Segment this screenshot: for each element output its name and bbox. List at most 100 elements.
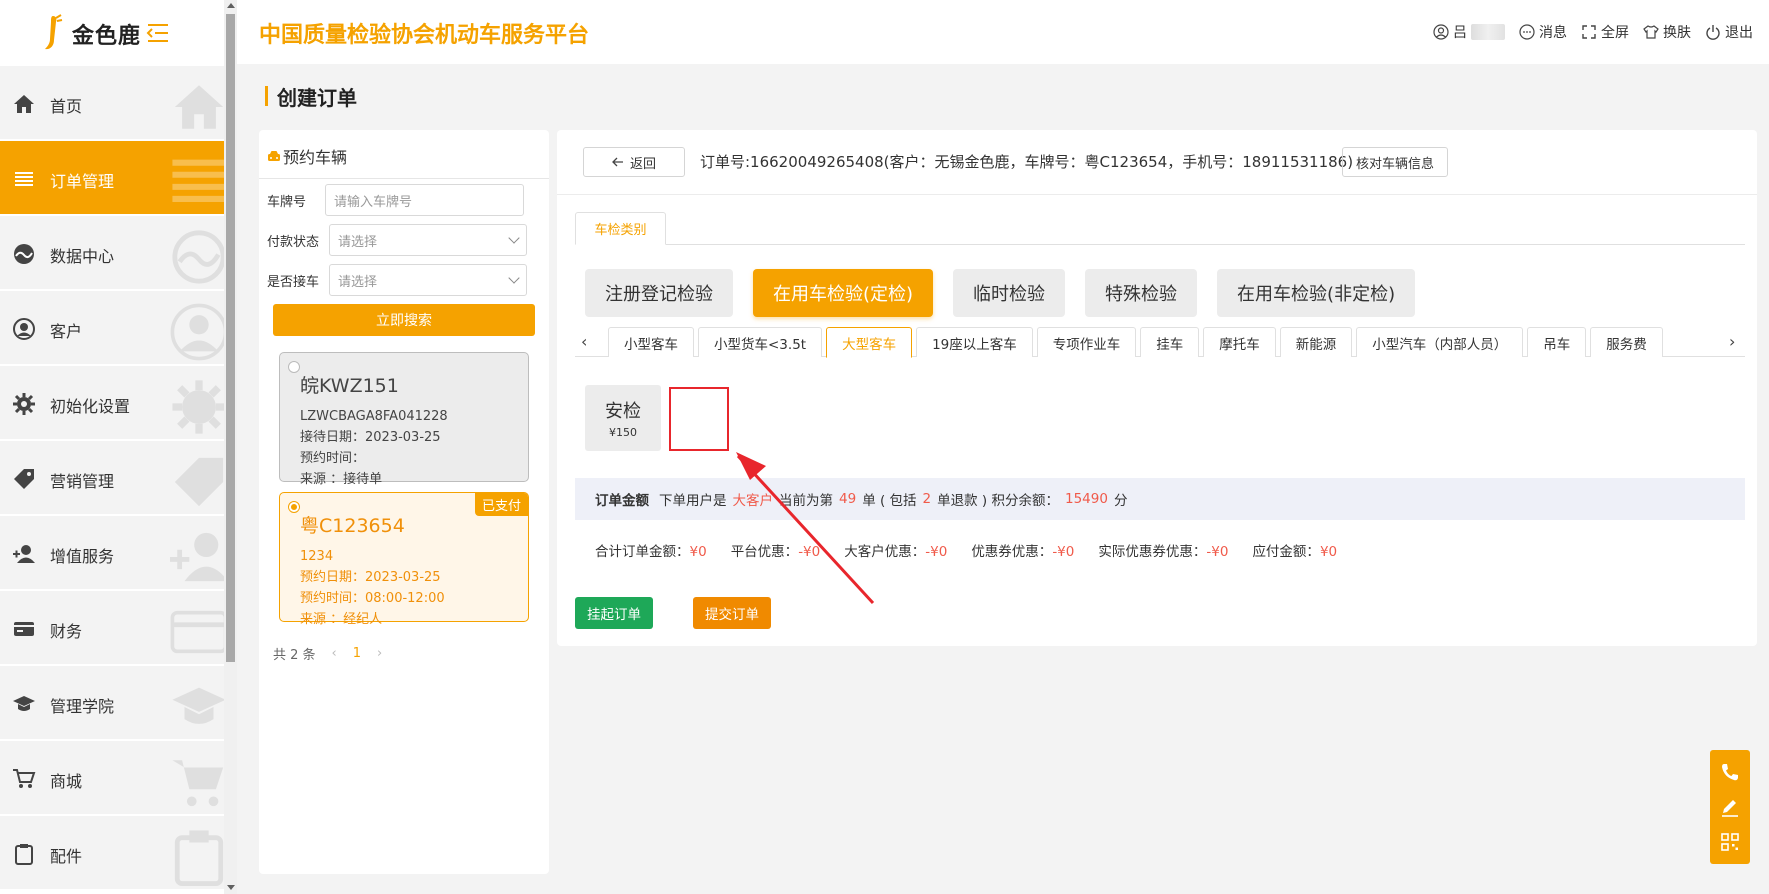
inspection-type-button[interactable]: 特殊检验: [1085, 269, 1198, 317]
sidebar-item-label: 财务: [50, 622, 83, 641]
sidebar-item-finance[interactable]: 财务: [0, 591, 224, 666]
vehicle-tab[interactable]: 吊车: [1527, 327, 1587, 357]
card-vin: LZWCBAGA8FA041228: [300, 409, 448, 424]
vehicle-tab[interactable]: 小型货车<3.5t: [698, 327, 823, 357]
plate-placeholder: 请输入车牌号: [334, 194, 413, 210]
sidebar-item-data-center[interactable]: 数据中心: [0, 216, 224, 291]
sidebar-nav: 首页 订单管理 数据中心 客户 初始化设置 营销管理 增值服务 财务 管理学院 …: [0, 66, 224, 891]
scroll-down-arrow-icon[interactable]: [227, 885, 235, 890]
vehicle-type-tabs: ‹ 小型客车 小型货车<3.5t 大型客车 19座以上客车 专项作业车 挂车 摩…: [575, 327, 1745, 358]
service-item[interactable]: 安检 ¥150: [585, 385, 661, 451]
pay-status-select[interactable]: 请选择: [329, 224, 527, 256]
pay-status-placeholder: 请选择: [338, 234, 378, 250]
amount-value: ¥0: [1319, 544, 1338, 560]
power-icon: [1706, 25, 1720, 40]
vehicle-tab[interactable]: 专项作业车: [1036, 327, 1137, 357]
card-time: 预约时间：: [300, 451, 366, 466]
cart-watermark-icon: [172, 760, 224, 807]
verify-vehicle-button[interactable]: 核对车辆信息: [1342, 147, 1448, 177]
chart-icon: [14, 244, 34, 264]
search-button[interactable]: 立即搜索: [273, 304, 535, 336]
clipboard-icon: [15, 844, 33, 865]
sidebar-scrollbar[interactable]: [224, 0, 237, 894]
platform-title: 中国质量检验协会机动车服务平台: [259, 23, 590, 48]
card-source: 来源 ：经纪人: [300, 612, 383, 627]
submit-order-button[interactable]: 提交订单: [693, 597, 771, 629]
vehicle-card-selected[interactable]: 已支付 粤C123654 1234 预约日期：2023-03-25 预约时间：0…: [279, 492, 529, 627]
inspection-type-button[interactable]: 注册登记检验: [585, 269, 733, 317]
amount-label: 平台优惠：: [730, 544, 799, 560]
divider: [259, 178, 549, 179]
amount-item: 实际优惠券优惠：-¥0: [1098, 540, 1228, 560]
amount-item: 大客户优惠：-¥0: [844, 540, 947, 560]
chevron-right-icon[interactable]: ›: [1729, 332, 1745, 351]
vehicle-card[interactable]: 皖KWZ151 LZWCBAGA8FA041228 接待日期：2023-03-2…: [279, 352, 529, 487]
sidebar-item-init-settings[interactable]: 初始化设置: [0, 366, 224, 441]
vehicle-tab[interactable]: 服务费: [1590, 327, 1663, 357]
inspection-type-button[interactable]: 在用车检验(非定检): [1217, 269, 1416, 317]
qr-code-icon[interactable]: [1719, 831, 1741, 853]
messages-button[interactable]: 消息: [1519, 22, 1567, 42]
tab-inspection-category[interactable]: 车检类别: [575, 212, 666, 245]
received-select[interactable]: 请选择: [329, 264, 527, 296]
prev-page-icon[interactable]: ‹: [332, 646, 337, 661]
vehicle-tab[interactable]: 小型客车: [608, 327, 694, 357]
vehicle-tab[interactable]: 摩托车: [1203, 327, 1276, 357]
received-placeholder: 请选择: [338, 274, 378, 290]
card-radio[interactable]: [288, 361, 300, 373]
vehicle-tab[interactable]: 新能源: [1279, 327, 1353, 357]
vehicle-tab[interactable]: 19座以上客车: [916, 327, 1033, 357]
vehicle-tab[interactable]: 挂车: [1140, 327, 1200, 357]
hold-order-button[interactable]: 挂起订单: [575, 597, 653, 629]
menu-toggle-icon[interactable]: [146, 22, 170, 44]
pay-status-filter-row: 付款状态 请选择: [267, 224, 527, 256]
sidebar-item-label: 数据中心: [50, 247, 115, 266]
summary-points-suffix: 分: [1113, 493, 1128, 509]
sidebar-item-marketing[interactable]: 营销管理: [0, 441, 224, 516]
sidebar-item-value-added[interactable]: 增值服务: [0, 516, 224, 591]
edit-icon[interactable]: [1719, 796, 1741, 818]
sidebar-item-parts[interactable]: 配件: [0, 816, 224, 891]
phone-icon[interactable]: [1719, 761, 1741, 783]
sidebar-item-academy[interactable]: 管理学院: [0, 666, 224, 741]
scrollbar-thumb[interactable]: [226, 14, 235, 662]
inspection-type-button[interactable]: 临时检验: [953, 269, 1066, 317]
reservation-title: 预约车辆: [283, 148, 348, 167]
scroll-up-arrow-icon[interactable]: [227, 3, 235, 8]
add-user-icon: [13, 545, 35, 563]
vehicle-tab-active[interactable]: 大型客车: [826, 327, 913, 358]
home-icon: [14, 95, 34, 113]
card-radio-checked[interactable]: [288, 501, 300, 513]
sidebar-item-orders[interactable]: 订单管理: [0, 141, 224, 216]
floating-toolbar: [1710, 750, 1750, 864]
card-date: 接待日期：2023-03-25: [300, 430, 441, 445]
sidebar-item-home[interactable]: 首页: [0, 66, 224, 141]
amount-item: 应付金额：¥0: [1252, 540, 1337, 560]
sidebar-item-label: 客户: [50, 322, 83, 341]
chevron-left-icon[interactable]: ‹: [581, 332, 597, 351]
vehicle-tab[interactable]: 小型汽车（内部人员）: [1356, 327, 1524, 357]
amount-item: 合计订单金额：¥0: [595, 540, 707, 560]
plate-input[interactable]: 请输入车牌号: [325, 184, 524, 216]
arrow-left-icon: [612, 157, 623, 167]
page-number[interactable]: 1: [353, 646, 361, 661]
user-name: 吕: [1453, 25, 1467, 41]
amount-breakdown: 合计订单金额：¥0 平台优惠：-¥0 大客户优惠：-¥0 优惠券优惠：-¥0 实…: [595, 540, 1337, 560]
logo-text: 金色鹿: [72, 24, 142, 49]
skin-button[interactable]: 换肤: [1643, 22, 1691, 42]
amount-label: 应付金额：: [1252, 544, 1320, 560]
tag-watermark-icon: [174, 457, 224, 507]
fullscreen-button[interactable]: 全屏: [1581, 22, 1629, 42]
back-button[interactable]: 返回: [583, 147, 685, 177]
amount-value: -¥0: [925, 544, 948, 560]
sidebar-item-mall[interactable]: 商城: [0, 741, 224, 816]
logout-button[interactable]: 退出: [1705, 22, 1753, 42]
inspection-type-button-active[interactable]: 在用车检验(定检): [753, 269, 934, 317]
next-page-icon[interactable]: ›: [377, 646, 382, 661]
amount-value: ¥0: [689, 544, 707, 560]
sidebar-item-label: 商城: [50, 772, 83, 791]
user-menu[interactable]: 吕: [1433, 22, 1505, 42]
card-source: 来源 ：接待单: [300, 472, 383, 487]
sidebar-item-customers[interactable]: 客户: [0, 291, 224, 366]
card-vin: 1234: [300, 549, 334, 564]
